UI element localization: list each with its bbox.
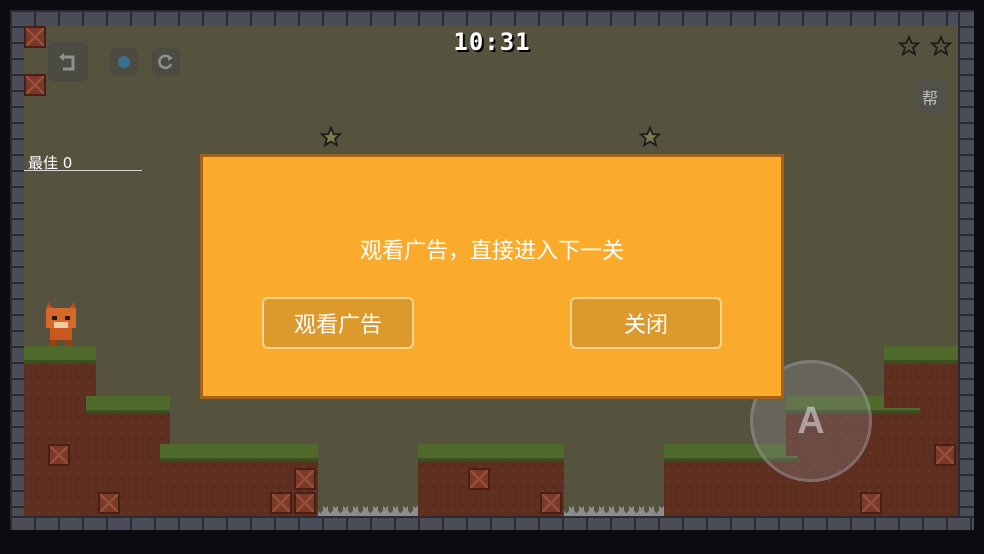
crate-block (468, 468, 490, 490)
crate-block (934, 444, 956, 466)
dialog-message: 观看广告，直接进入下一关 (359, 239, 624, 264)
crate-block (860, 492, 882, 514)
game-screen: 10:31 最佳 0 帮 A 观看广告，直接进入下一关 观看广告 关闭 (0, 0, 984, 554)
grass-ledge (86, 396, 170, 413)
close-button[interactable]: 关闭 (570, 297, 722, 349)
help-button[interactable]: 帮 (913, 80, 947, 114)
wall-right (958, 10, 974, 518)
grass-ledge (418, 444, 564, 461)
sound-dot-icon (118, 56, 130, 68)
watch-ad-button[interactable]: 观看广告 (262, 297, 414, 349)
best-score-underline (24, 170, 142, 171)
wall-top (10, 10, 974, 26)
star-outline-icon (930, 35, 952, 57)
dirt-platform (884, 358, 958, 408)
star-collectible-icon (639, 126, 661, 148)
wall-left (10, 10, 24, 518)
spikes-hazard (318, 506, 418, 516)
star-outline-icon (898, 35, 920, 57)
restart-icon (158, 54, 173, 70)
fox-player (46, 302, 76, 346)
ad-prompt-dialog: 观看广告，直接进入下一关 观看广告 关闭 (200, 154, 784, 399)
grass-ledge (24, 346, 96, 363)
spikes-hazard (564, 506, 664, 516)
crate-block (24, 74, 46, 96)
crate-block (98, 492, 120, 514)
crate-block (294, 468, 316, 490)
grass-ledge (884, 346, 958, 363)
wall-bottom (10, 516, 974, 530)
grass-ledge (160, 444, 318, 461)
crate-block (270, 492, 292, 514)
crate-block (48, 444, 70, 466)
crate-block (294, 492, 316, 514)
crate-block (540, 492, 562, 514)
star-collectible-icon (320, 126, 342, 148)
level-timer: 10:31 (453, 28, 531, 56)
